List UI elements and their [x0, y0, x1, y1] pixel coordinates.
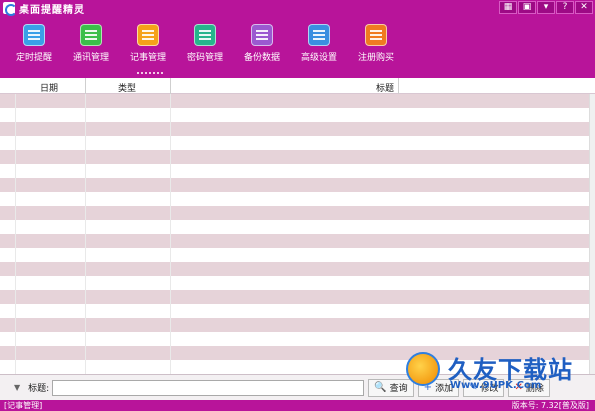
- delete-button-label: 删除: [525, 384, 544, 394]
- table-row[interactable]: [0, 360, 595, 374]
- query-button-label: 查询: [389, 384, 408, 394]
- table-row[interactable]: [0, 122, 595, 136]
- grid-line: [15, 94, 16, 374]
- pencil-icon: ✎: [469, 382, 478, 393]
- close-button[interactable]: ✕: [575, 1, 593, 14]
- table-row[interactable]: [0, 332, 595, 346]
- vertical-scrollbar[interactable]: [589, 94, 595, 374]
- status-current-module: [记事管理]: [4, 401, 43, 410]
- plus-icon: +: [423, 382, 433, 393]
- table-row[interactable]: [0, 136, 595, 150]
- table-row[interactable]: [0, 346, 595, 360]
- table-row[interactable]: [0, 304, 595, 318]
- table-row[interactable]: [0, 192, 595, 206]
- toolbar-item-contacts[interactable]: 通讯管理: [67, 24, 115, 63]
- help-button[interactable]: ?: [556, 1, 574, 14]
- table-row[interactable]: [0, 164, 595, 178]
- status-version: 版本号: 7.32[普及版]: [511, 401, 589, 410]
- table-row[interactable]: [0, 220, 595, 234]
- add-button[interactable]: + 添加: [417, 378, 460, 397]
- toolbar-item-label: 通讯管理: [72, 53, 109, 63]
- query-button[interactable]: 🔍 查询: [368, 378, 414, 397]
- column-header-type[interactable]: 类型: [118, 81, 136, 94]
- contacts-icon: [80, 24, 102, 46]
- main-toolbar: 定时提醒 通讯管理 记事管理 密码管理 备份数据 高级设置 注册购买: [0, 16, 595, 78]
- alarm-clock-icon: [23, 24, 45, 46]
- column-header-date[interactable]: 日期: [40, 81, 58, 94]
- calendar-button[interactable]: ▣: [518, 1, 536, 14]
- toolbar-item-label: 高级设置: [300, 53, 337, 63]
- table-row[interactable]: [0, 248, 595, 262]
- title-search-input[interactable]: [52, 379, 365, 396]
- settings-icon: [308, 24, 330, 46]
- search-label: 标题:: [28, 384, 50, 394]
- active-tab-indicator: [137, 72, 163, 75]
- expand-arrow-icon[interactable]: ▼: [14, 383, 20, 392]
- toolbar-item-notes[interactable]: 记事管理: [124, 24, 172, 63]
- backup-icon: [251, 24, 273, 46]
- toolbar-item-passwords[interactable]: 密码管理: [181, 24, 229, 63]
- table-row[interactable]: [0, 276, 595, 290]
- menu-button[interactable]: ▾: [537, 1, 555, 14]
- toolbar-item-settings[interactable]: 高级设置: [295, 24, 343, 63]
- column-header-title[interactable]: 标题: [376, 81, 394, 94]
- add-button-label: 添加: [435, 384, 454, 394]
- edit-button[interactable]: ✎ 修改: [463, 378, 505, 397]
- toolbar-item-reminder[interactable]: 定时提醒: [10, 24, 58, 63]
- column-divider[interactable]: [170, 78, 171, 94]
- toolbar-item-label: 备份数据: [243, 53, 280, 63]
- title-bar: 桌面提醒精灵 ▦ ▣ ▾ ? ✕: [0, 0, 595, 16]
- table-body: [0, 94, 595, 374]
- table-row[interactable]: [0, 234, 595, 248]
- grid-line: [170, 94, 171, 374]
- grid-line: [85, 94, 86, 374]
- table-row[interactable]: [0, 108, 595, 122]
- toolbar-item-label: 密码管理: [186, 53, 223, 63]
- table-row[interactable]: [0, 290, 595, 304]
- column-divider[interactable]: [398, 78, 399, 94]
- table-row[interactable]: [0, 206, 595, 220]
- column-divider[interactable]: [85, 78, 86, 94]
- table-row[interactable]: [0, 94, 595, 108]
- search-bar: ▼ 标题: 🔍 查询 + 添加 ✎ 修改 ✕ 删除: [0, 374, 595, 400]
- magnifier-icon: 🔍: [374, 382, 387, 393]
- delete-button[interactable]: ✕ 删除: [508, 378, 550, 397]
- toolbar-item-label: 定时提醒: [15, 53, 52, 63]
- skin-button[interactable]: ▦: [499, 1, 517, 14]
- window-title: 桌面提醒精灵: [19, 4, 85, 16]
- notes-table[interactable]: 日期 类型 标题: [0, 78, 595, 374]
- table-header: 日期 类型 标题: [0, 78, 595, 94]
- edit-button-label: 修改: [480, 384, 499, 394]
- toolbar-item-label: 记事管理: [129, 53, 166, 63]
- window-controls: ▦ ▣ ▾ ? ✕: [499, 1, 593, 14]
- status-bar: [记事管理] 版本号: 7.32[普及版]: [0, 400, 595, 411]
- table-row[interactable]: [0, 318, 595, 332]
- delete-x-icon: ✕: [514, 382, 523, 393]
- password-icon: [194, 24, 216, 46]
- toolbar-item-label: 注册购买: [357, 53, 394, 63]
- register-icon: [365, 24, 387, 46]
- table-row[interactable]: [0, 150, 595, 164]
- table-row[interactable]: [0, 178, 595, 192]
- toolbar-item-register[interactable]: 注册购买: [352, 24, 400, 63]
- notepad-icon: [137, 24, 159, 46]
- app-logo-icon: [3, 2, 17, 16]
- table-row[interactable]: [0, 262, 595, 276]
- toolbar-item-backup[interactable]: 备份数据: [238, 24, 286, 63]
